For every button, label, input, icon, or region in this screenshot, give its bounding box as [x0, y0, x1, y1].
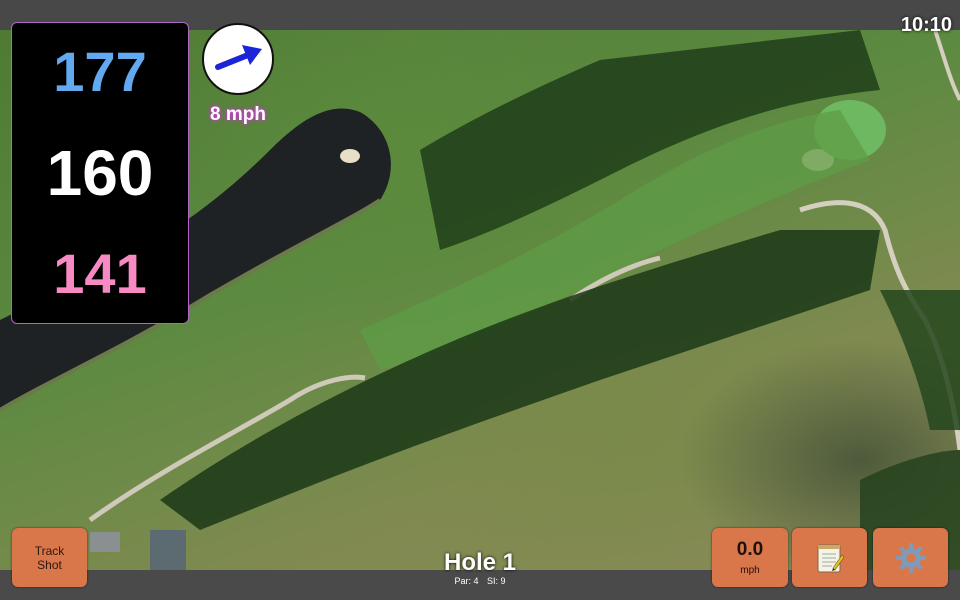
wind-indicator — [202, 23, 274, 95]
speed-value: 0.0 — [736, 539, 764, 560]
scorecard-button[interactable] — [792, 528, 867, 587]
hole-title: Hole 1 — [443, 549, 517, 576]
clock: 10:10 — [900, 14, 952, 36]
back-yardage: 177 — [53, 39, 147, 103]
building — [150, 530, 186, 570]
arrow-icon — [215, 45, 262, 70]
track-shot-label-line1: Track — [34, 543, 65, 558]
hole-meta: Par: 4 SI: 9 — [430, 576, 530, 586]
track-shot-label-line2: Shot — [37, 557, 62, 572]
par-label: Par: 4 — [454, 576, 479, 586]
center-yardage: 160 — [46, 136, 154, 209]
stroke-index-label: SI: 9 — [487, 576, 506, 586]
yardage-panel: 177 160 141 — [11, 22, 189, 324]
hole-info: Hole 1 Par: 4 SI: 9 — [430, 549, 530, 587]
track-shot-button[interactable]: Track Shot — [12, 528, 87, 587]
front-yardage: 141 — [53, 242, 147, 306]
settings-button[interactable] — [873, 528, 948, 587]
speed-unit: mph — [740, 565, 760, 576]
wind-speed: 8 mph — [210, 104, 266, 125]
notepad-icon — [817, 544, 844, 572]
speed-button[interactable]: 0.0 mph — [712, 528, 788, 587]
gear-icon — [895, 542, 926, 573]
sand-bunker — [340, 149, 360, 163]
